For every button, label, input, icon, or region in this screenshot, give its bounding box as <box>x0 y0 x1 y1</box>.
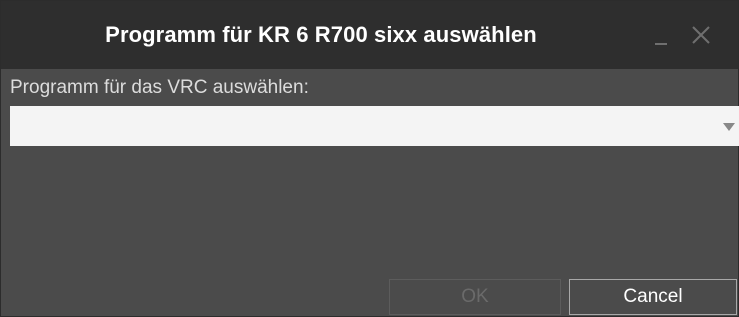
dialog-title: Programm für KR 6 R700 sixx auswählen <box>105 22 537 47</box>
program-select-dialog: Programm für KR 6 R700 sixx auswählen Pr… <box>0 0 739 317</box>
ok-button[interactable]: OK <box>389 279 561 315</box>
titlebar[interactable]: Programm für KR 6 R700 sixx auswählen <box>1 1 738 69</box>
program-prompt-label: Programm für das VRC auswählen: <box>10 77 309 98</box>
program-dropdown[interactable] <box>10 106 739 146</box>
minimize-button[interactable] <box>647 21 675 49</box>
close-button[interactable] <box>687 21 715 49</box>
cancel-button[interactable]: Cancel <box>569 279 737 315</box>
chevron-down-icon <box>723 123 735 131</box>
minimize-icon <box>655 43 667 45</box>
close-icon <box>692 26 710 44</box>
